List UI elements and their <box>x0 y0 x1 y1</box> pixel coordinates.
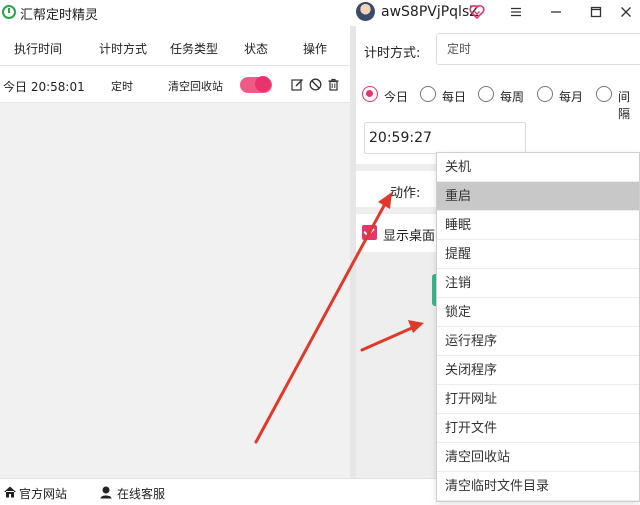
radio-daily[interactable] <box>420 86 436 102</box>
radio-monthly-label: 每月 <box>559 90 584 104</box>
show-desktop-checkbox[interactable] <box>362 225 377 240</box>
action-label: 动作: <box>390 186 421 201</box>
menu-button[interactable] <box>496 0 536 24</box>
official-website-link[interactable]: 官方网站 <box>19 485 67 502</box>
action-option-remind[interactable]: 提醒 <box>437 240 639 269</box>
action-option-lock[interactable]: 锁定 <box>437 298 639 327</box>
maximize-button[interactable] <box>576 0 616 24</box>
maximize-icon <box>590 6 602 18</box>
action-option-open-file[interactable]: 打开文件 <box>437 414 639 443</box>
close-icon <box>621 7 631 17</box>
action-option-restart[interactable]: 重启 <box>437 182 639 211</box>
home-icon <box>4 486 16 498</box>
time-input[interactable]: 20:59:27 <box>364 122 526 154</box>
action-dropdown-list[interactable]: 关机 重启 睡眠 提醒 注销 锁定 运行程序 关闭程序 打开网址 打开文件 清空… <box>436 152 640 502</box>
column-status: 状态 <box>244 42 269 56</box>
title-bar: 汇帮定时精灵 awS8PVjPqlsZ <box>0 0 640 26</box>
edit-icon[interactable] <box>291 78 304 91</box>
table-header: 执行时间 计时方式 任务类型 状态 操作 <box>0 26 350 66</box>
row-exec-time: 今日 20:58:01 <box>3 80 85 94</box>
minimize-button[interactable] <box>536 0 576 24</box>
radio-monthly[interactable] <box>537 86 553 102</box>
action-option-clear-temp-dir[interactable]: 清空临时文件目录 <box>437 472 639 501</box>
timing-mode-select[interactable]: 定时 <box>436 33 640 65</box>
table-row[interactable]: 今日 20:58:01 定时 清空回收站 <box>0 66 350 103</box>
toggle-knob <box>255 76 271 92</box>
app-title: 汇帮定时精灵 <box>20 8 99 23</box>
radio-today[interactable] <box>362 86 378 102</box>
action-option-empty-recycle-bin[interactable]: 清空回收站 <box>437 443 639 472</box>
action-option-run-program[interactable]: 运行程序 <box>437 327 639 356</box>
action-option-open-url[interactable]: 打开网址 <box>437 385 639 414</box>
row-mode: 定时 <box>111 80 133 93</box>
row-task-type: 清空回收站 <box>168 80 223 93</box>
column-exec-time: 执行时间 <box>14 42 63 56</box>
show-desktop-label: 显示桌面 <box>383 229 436 244</box>
delete-icon[interactable] <box>327 78 340 91</box>
action-option-sleep[interactable]: 睡眠 <box>437 211 639 240</box>
minimize-icon <box>551 11 561 13</box>
username[interactable]: awS8PVjPqlsZ <box>381 4 479 20</box>
action-option-logoff[interactable]: 注销 <box>437 269 639 298</box>
support-icon <box>100 486 112 499</box>
disable-icon[interactable] <box>309 78 322 91</box>
column-actions: 操作 <box>303 42 328 56</box>
radio-interval-label: 间隔 <box>618 90 631 121</box>
close-button[interactable] <box>612 0 640 24</box>
column-task-type: 任务类型 <box>170 42 219 56</box>
vip-heart-icon[interactable] <box>469 4 485 20</box>
radio-daily-label: 每日 <box>442 90 467 104</box>
avatar[interactable] <box>356 2 375 21</box>
action-option-close-program[interactable]: 关闭程序 <box>437 356 639 385</box>
radio-weekly-label: 每周 <box>500 90 525 104</box>
radio-interval[interactable] <box>596 86 612 102</box>
online-support-link[interactable]: 在线客服 <box>117 485 165 502</box>
timing-mode-label: 计时方式: <box>364 46 421 61</box>
clock-icon <box>2 5 16 19</box>
status-toggle[interactable] <box>240 76 272 93</box>
column-mode: 计时方式 <box>99 42 148 56</box>
radio-weekly[interactable] <box>478 86 494 102</box>
action-option-shutdown[interactable]: 关机 <box>437 153 639 182</box>
menu-icon <box>511 7 521 17</box>
task-list-panel: 执行时间 计时方式 任务类型 状态 操作 今日 20:58:01 定时 清空回收… <box>0 26 350 478</box>
radio-today-label: 今日 <box>384 90 409 104</box>
